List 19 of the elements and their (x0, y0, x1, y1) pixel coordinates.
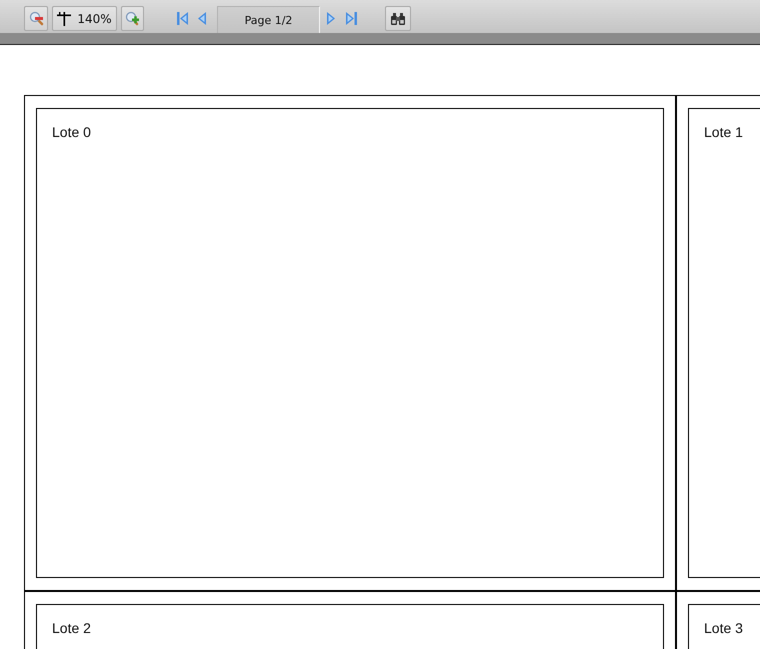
zoom-in-button[interactable] (121, 6, 144, 31)
first-page-button[interactable] (175, 10, 189, 26)
lot-label: Lote 0 (52, 124, 91, 141)
zoom-level-button[interactable]: 140% (52, 6, 117, 31)
previous-page-icon (198, 12, 206, 25)
next-page-icon (327, 12, 335, 25)
lot-label: Lote 3 (704, 620, 743, 637)
zoom-in-icon (125, 11, 140, 26)
last-page-icon (346, 12, 356, 25)
binoculars-icon (391, 12, 405, 24)
lot-label: Lote 1 (704, 124, 743, 141)
last-page-button[interactable] (344, 10, 358, 26)
lot-label: Lote 2 (52, 620, 91, 637)
zoom-out-icon (28, 11, 44, 26)
find-button[interactable] (385, 6, 411, 31)
page-indicator: Page 1/2 (217, 6, 320, 33)
cross-bar-icon (57, 12, 72, 26)
zoom-out-button[interactable] (24, 6, 48, 31)
first-page-icon (176, 12, 188, 25)
